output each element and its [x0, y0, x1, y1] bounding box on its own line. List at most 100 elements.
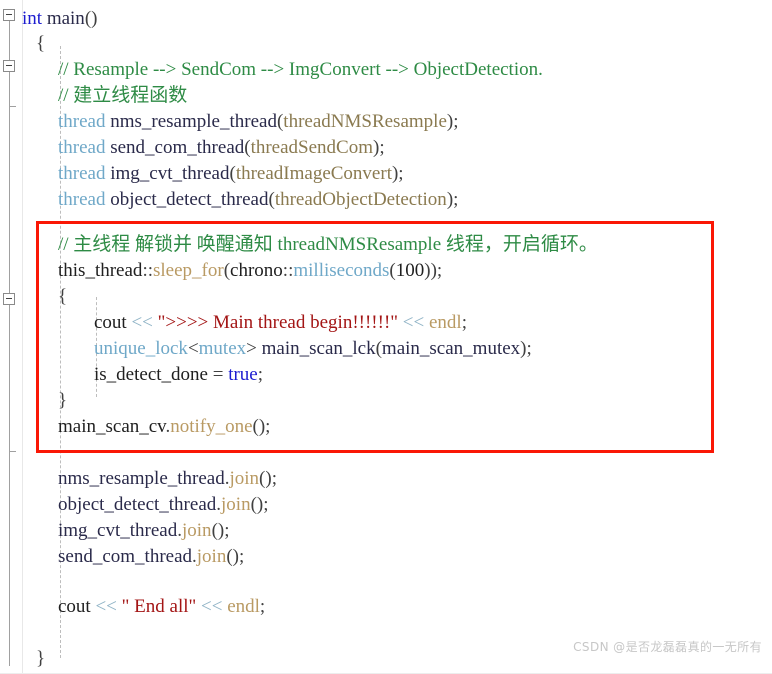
code-token: ();	[211, 520, 230, 541]
code-line[interactable]: int main()	[22, 6, 97, 32]
fold-spine	[9, 15, 10, 666]
csdn-watermark: CSDN @是否龙磊磊真的一无所有	[573, 640, 762, 654]
code-token: }	[36, 648, 46, 669]
code-token: ();	[252, 416, 271, 437]
code-token: unique_lock	[94, 338, 188, 359]
code-line[interactable]: // Resample --> SendCom --> ImgConvert -…	[58, 57, 543, 83]
code-token: {	[36, 33, 46, 54]
code-token: ));	[424, 260, 443, 281]
code-line[interactable]: thread object_detect_thread(threadObject…	[58, 187, 458, 213]
code-token: // Resample --> SendCom --> ImgConvert -…	[58, 59, 543, 80]
code-token: main_scan_cv	[58, 416, 166, 437]
code-token: " End all"	[121, 596, 197, 617]
code-token: join	[229, 468, 260, 489]
code-line[interactable]: img_cvt_thread.join();	[58, 518, 230, 544]
code-line[interactable]: {	[58, 284, 67, 310]
code-token: ();	[259, 468, 277, 489]
code-line[interactable]: thread img_cvt_thread(threadImageConvert…	[58, 161, 404, 187]
code-token: chrono	[230, 260, 283, 281]
code-token: ;	[257, 364, 264, 385]
code-token: img_cvt_thread	[58, 520, 178, 541]
code-line[interactable]: {	[36, 31, 45, 57]
code-line[interactable]: main_scan_cv.notify_one();	[58, 414, 270, 440]
code-token: img_cvt_thread	[110, 163, 230, 184]
code-token: main_scan_mutex	[381, 338, 521, 359]
code-token: nms_resample_thread	[58, 468, 225, 489]
code-token: cout	[58, 596, 91, 617]
code-token: <	[187, 338, 199, 359]
code-token: ">>>> Main thread begin!!!!!!"	[157, 312, 399, 333]
code-token: ;	[461, 312, 467, 333]
code-token: int	[22, 8, 43, 29]
code-token: <<	[402, 312, 425, 333]
code-token: true	[228, 364, 258, 385]
code-token: sleep_for	[153, 260, 224, 281]
code-token: thread	[58, 111, 106, 132]
code-line[interactable]: object_detect_thread.join();	[58, 492, 269, 518]
code-token: milliseconds	[293, 260, 390, 281]
fold-tick-1	[9, 451, 16, 452]
code-token: ::	[142, 260, 153, 281]
code-token: <<	[201, 596, 223, 617]
code-token: this_thread	[58, 260, 143, 281]
code-token: main_scan_lck	[261, 338, 376, 359]
code-token: ()	[84, 8, 98, 29]
code-line[interactable]: cout << " End all" << endl;	[58, 594, 265, 620]
code-token: <<	[95, 596, 117, 617]
code-token: ;	[259, 596, 266, 617]
code-token: send_com_thread	[110, 137, 245, 158]
code-token: threadObjectDetection	[274, 189, 447, 210]
code-token: ::	[282, 260, 294, 281]
code-token: cout	[94, 312, 127, 333]
code-line[interactable]: cout << ">>>> Main thread begin!!!!!!" <…	[94, 310, 467, 336]
code-line[interactable]: this_thread::sleep_for(chrono::milliseco…	[58, 258, 442, 284]
code-token: ();	[250, 494, 269, 515]
code-line[interactable]: is_detect_done = true;	[94, 362, 263, 388]
code-token: // 主线程 解锁并 唤醒通知 threadNMSResample 线程，开启循…	[58, 234, 598, 255]
code-token: endl	[227, 596, 260, 617]
code-token: thread	[58, 137, 106, 158]
code-line[interactable]: // 建立线程函数	[58, 83, 187, 109]
code-line[interactable]: }	[36, 646, 45, 672]
code-token: join	[182, 520, 212, 541]
code-line[interactable]: thread send_com_thread(threadSendCom);	[58, 135, 385, 161]
fold-marker-main[interactable]	[3, 9, 15, 21]
code-token: thread	[58, 189, 106, 210]
code-token: );	[520, 338, 532, 359]
code-token: mutex	[198, 338, 247, 359]
code-token: send_com_thread	[58, 546, 193, 567]
code-line[interactable]: }	[58, 388, 67, 414]
code-surface[interactable]: int main(){// Resample --> SendCom --> I…	[22, 0, 772, 674]
fold-marker-comment-block[interactable]	[3, 60, 15, 72]
code-editor: int main(){// Resample --> SendCom --> I…	[0, 0, 772, 674]
code-token: // 建立线程函数	[58, 85, 188, 106]
code-token: is_detect_done	[94, 364, 208, 385]
code-token: );	[373, 137, 385, 158]
code-line[interactable]: nms_resample_thread.join();	[58, 466, 277, 492]
code-token: );	[446, 111, 459, 132]
fold-tick-0	[9, 106, 16, 107]
code-token: );	[446, 189, 459, 210]
code-token: }	[58, 390, 68, 411]
code-line[interactable]: // 主线程 解锁并 唤醒通知 threadNMSResample 线程，开启循…	[58, 232, 598, 258]
code-line[interactable]: send_com_thread.join();	[58, 544, 244, 570]
code-token: >	[246, 338, 257, 359]
code-token: join	[221, 494, 251, 515]
fold-gutter	[0, 0, 23, 674]
code-token: nms_resample_thread	[110, 111, 277, 132]
code-token: ();	[226, 546, 245, 567]
code-token: 100	[395, 260, 425, 281]
code-line[interactable]: thread nms_resample_thread(threadNMSResa…	[58, 109, 458, 135]
fold-marker-scope-block[interactable]	[3, 293, 15, 305]
code-line[interactable]: unique_lock<mutex> main_scan_lck(main_sc…	[94, 336, 532, 362]
code-token: object_detect_thread	[110, 189, 269, 210]
code-token: threadNMSResample	[283, 111, 447, 132]
code-token: =	[207, 364, 229, 385]
code-token: threadImageConvert	[235, 163, 392, 184]
code-token: {	[58, 286, 68, 307]
code-token: notify_one	[170, 416, 253, 437]
code-token: object_detect_thread	[58, 494, 217, 515]
code-token: threadSendCom	[250, 137, 374, 158]
code-token: <<	[131, 312, 153, 333]
code-token: join	[196, 546, 227, 567]
